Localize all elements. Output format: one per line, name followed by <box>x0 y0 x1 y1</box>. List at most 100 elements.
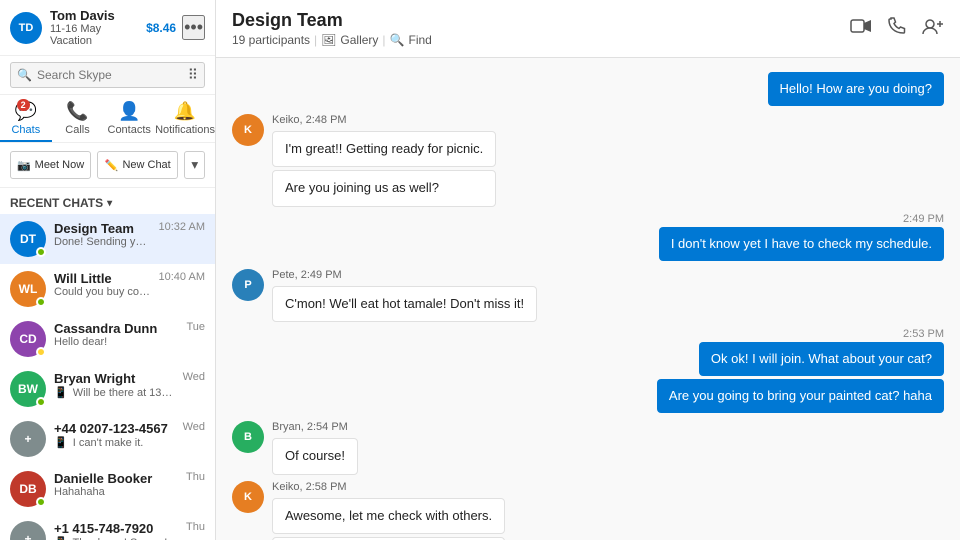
meet-now-button[interactable]: 📷 Meet Now <box>10 151 91 179</box>
tab-contacts-label: Contacts <box>108 124 151 136</box>
status-dot <box>36 297 46 307</box>
message-bubble: I'm great!! Getting ready for picnic. <box>272 131 496 167</box>
video-call-button[interactable] <box>850 18 872 39</box>
msg-time: 2:49 PM <box>659 213 944 225</box>
new-chat-button[interactable]: ✏️ New Chat <box>97 151 178 179</box>
search-icon: 🔍 <box>17 68 32 82</box>
header-actions <box>850 17 944 40</box>
msg-group: K Keiko, 2:48 PM I'm great!! Getting rea… <box>232 114 944 206</box>
chat-preview: 📱 Will be there at 13:00 <box>54 386 175 399</box>
search-bar: 🔍 ⠿ <box>0 56 215 95</box>
user-balance: $8.46 <box>146 21 176 35</box>
chat-name: Design Team <box>54 221 151 236</box>
video-icon <box>850 18 872 34</box>
chat-name: Danielle Booker <box>54 471 178 486</box>
tab-calls[interactable]: 📞 Calls <box>52 95 104 142</box>
list-item[interactable]: WL Will Little Could you buy coffee for … <box>0 264 215 314</box>
list-item[interactable]: BW Bryan Wright 📱 Will be there at 13:00… <box>0 364 215 414</box>
tab-chats[interactable]: 💬 Chats 2 <box>0 95 52 142</box>
chat-name: Bryan Wright <box>54 371 175 386</box>
recent-chats-label[interactable]: RECENT CHATS ▾ <box>0 188 215 214</box>
msg-sender-time: Keiko, 2:48 PM <box>272 114 496 126</box>
chat-subtitle: 19 participants | 🖼 Gallery | 🔍 Find <box>232 33 432 47</box>
chat-time: Wed <box>183 371 205 383</box>
sender-avatar: K <box>232 114 264 146</box>
avatar: WL <box>10 271 46 307</box>
add-participant-button[interactable] <box>922 17 944 40</box>
apps-icon[interactable]: ⠿ <box>188 67 198 84</box>
list-item[interactable]: DB Danielle Booker Hahahaha Thu <box>0 464 215 514</box>
chat-preview: Hello dear! <box>54 336 178 348</box>
status-dot <box>36 397 46 407</box>
chat-time: 10:32 AM <box>159 221 205 233</box>
chat-name: +1 415-748-7920 <box>54 521 178 536</box>
msg-group: B Bryan, 2:54 PM Of course! <box>232 421 944 474</box>
chat-name: Cassandra Dunn <box>54 321 178 336</box>
avatar: BW <box>10 371 46 407</box>
message-bubble: Hello! How are you doing? <box>768 72 944 106</box>
participants-label: 19 participants <box>232 33 310 47</box>
notifications-icon: 🔔 <box>174 101 196 122</box>
search-input[interactable] <box>10 62 205 88</box>
tab-calls-label: Calls <box>65 124 89 136</box>
action-buttons: 📷 Meet Now ✏️ New Chat ▾ <box>0 143 215 188</box>
chat-time: Tue <box>186 321 205 333</box>
user-status: 11-16 May Vacation <box>50 23 146 47</box>
tab-notifications-label: Notifications <box>155 124 215 136</box>
contacts-icon: 👤 <box>118 101 140 122</box>
tab-contacts[interactable]: 👤 Contacts <box>103 95 155 142</box>
sender-avatar: K <box>232 481 264 513</box>
status-dot <box>36 347 46 357</box>
chat-preview: 📱 Thank you! See ya! <box>54 536 178 540</box>
avatar: CD <box>10 321 46 357</box>
chat-time: Wed <box>183 421 205 433</box>
avatar: + <box>10 521 46 540</box>
msg-group: Hello! How are you doing? <box>232 70 944 106</box>
gallery-label: Gallery <box>340 33 378 47</box>
msg-sender-time: Keiko, 2:58 PM <box>272 481 505 493</box>
message-bubble: Awesome, let me check with others. <box>272 498 505 534</box>
list-item[interactable]: + +1 415-748-7920 📱 Thank you! See ya! T… <box>0 514 215 540</box>
msg-sender-time: Bryan, 2:54 PM <box>272 421 358 433</box>
voice-call-button[interactable] <box>888 17 906 40</box>
tab-chats-label: Chats <box>11 124 40 136</box>
message-bubble: Are you going to bring your painted cat?… <box>657 379 944 413</box>
camera-icon: 📷 <box>17 159 31 172</box>
user-name: Tom Davis <box>50 8 146 23</box>
list-item[interactable]: CD Cassandra Dunn Hello dear! Tue <box>0 314 215 364</box>
message-bubble: I don't know yet I have to check my sche… <box>659 227 944 261</box>
sidebar: TD Tom Davis 11-16 May Vacation $8.46 ••… <box>0 0 216 540</box>
edit-icon: ✏️ <box>105 159 119 172</box>
avatar: DT <box>10 221 46 257</box>
chat-title: Design Team <box>232 10 432 31</box>
user-avatar: TD <box>10 12 42 44</box>
chat-name: Will Little <box>54 271 151 286</box>
msg-group: 2:49 PM I don't know yet I have to check… <box>232 213 944 261</box>
msg-sender-time: Pete, 2:49 PM <box>272 269 537 281</box>
chats-badge: 2 <box>17 99 30 111</box>
chat-time: Thu <box>186 521 205 533</box>
message-bubble: Are you joining us as well? <box>272 170 496 206</box>
msg-group: P Pete, 2:49 PM C'mon! We'll eat hot tam… <box>232 269 944 322</box>
chevron-down-icon: ▾ <box>107 198 112 209</box>
chat-time: 10:40 AM <box>159 271 205 283</box>
calls-icon: 📞 <box>66 101 88 122</box>
message-bubble: Ok ok! I will join. What about your cat? <box>699 342 944 376</box>
msg-group: K Keiko, 2:58 PM Awesome, let me check w… <box>232 481 944 540</box>
sender-avatar: P <box>232 269 264 301</box>
more-button[interactable]: ••• <box>182 15 205 40</box>
chat-preview: 📱 I can't make it. <box>54 436 175 449</box>
avatar: DB <box>10 471 46 507</box>
find-label: Find <box>409 33 432 47</box>
msg-time: 2:53 PM <box>657 328 944 340</box>
message-bubble: Of course! <box>272 438 358 474</box>
list-item[interactable]: + +44 0207-123-4567 📱 I can't make it. W… <box>0 414 215 464</box>
chat-preview: Done! Sending you. <box>54 236 151 248</box>
new-chat-dropdown[interactable]: ▾ <box>184 151 205 179</box>
user-info: TD Tom Davis 11-16 May Vacation <box>10 8 146 47</box>
chat-header: Design Team 19 participants | 🖼 Gallery … <box>216 0 960 58</box>
tab-notifications[interactable]: 🔔 Notifications <box>155 95 215 142</box>
gallery-icon: 🖼 <box>321 33 336 47</box>
chat-list: DT Design Team Done! Sending you. 10:32 … <box>0 214 215 540</box>
list-item[interactable]: DT Design Team Done! Sending you. 10:32 … <box>0 214 215 264</box>
